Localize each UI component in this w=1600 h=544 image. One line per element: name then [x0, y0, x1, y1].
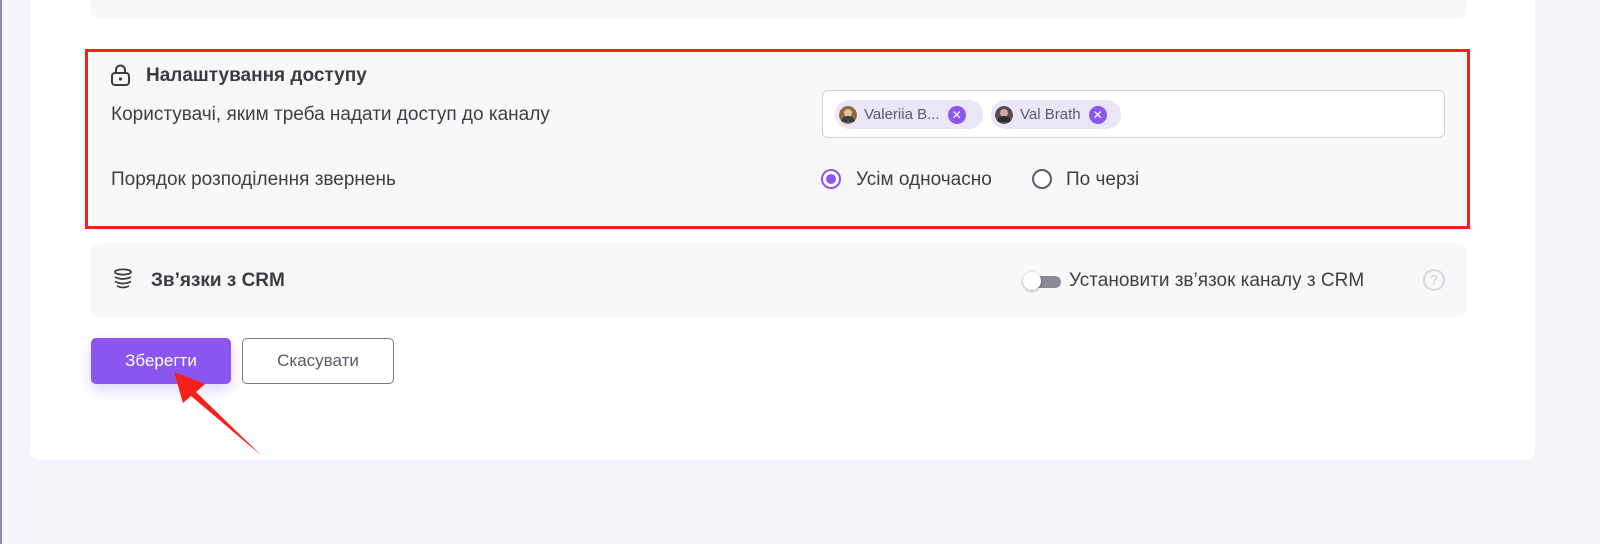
- users-label: Користувачі, яким треба надати доступ до…: [111, 104, 550, 125]
- remove-user-icon[interactable]: ✕: [1088, 105, 1107, 124]
- radio-all-at-once[interactable]: [821, 169, 841, 189]
- lock-icon: [111, 64, 130, 86]
- save-button[interactable]: Зберегти: [91, 338, 231, 384]
- radio-in-turn-label[interactable]: По черзі: [1066, 169, 1139, 191]
- user-chip-label: Val Brath: [1020, 106, 1081, 123]
- avatar: [995, 105, 1013, 124]
- help-icon[interactable]: ?: [1423, 269, 1445, 291]
- database-stack-icon: [114, 268, 132, 289]
- cancel-button[interactable]: Скасувати: [242, 338, 394, 384]
- crm-link-toggle[interactable]: [1023, 272, 1061, 290]
- previous-section: [90, 0, 1467, 19]
- user-chip-label: Valeriia B...: [864, 106, 940, 123]
- distribution-label: Порядок розподілення звернень: [111, 169, 396, 190]
- users-select-input[interactable]: Valeriia B... ✕ Val Brath ✕: [822, 90, 1445, 138]
- user-chip-val-brath: Val Brath ✕: [991, 100, 1121, 129]
- radio-all-at-once-label[interactable]: Усім одночасно: [856, 169, 992, 191]
- window-edge: [0, 0, 2, 544]
- crm-section-title: Зв’язки з CRM: [151, 270, 285, 291]
- remove-user-icon[interactable]: ✕: [947, 105, 966, 124]
- radio-in-turn[interactable]: [1032, 169, 1052, 189]
- user-chip-valeriia: Valeriia B... ✕: [835, 100, 983, 129]
- toggle-knob: [1023, 272, 1041, 290]
- avatar: [839, 105, 857, 124]
- crm-toggle-label[interactable]: Установити зв’язок каналу з CRM: [1069, 270, 1364, 292]
- access-section-title: Налаштування доступу: [146, 65, 367, 86]
